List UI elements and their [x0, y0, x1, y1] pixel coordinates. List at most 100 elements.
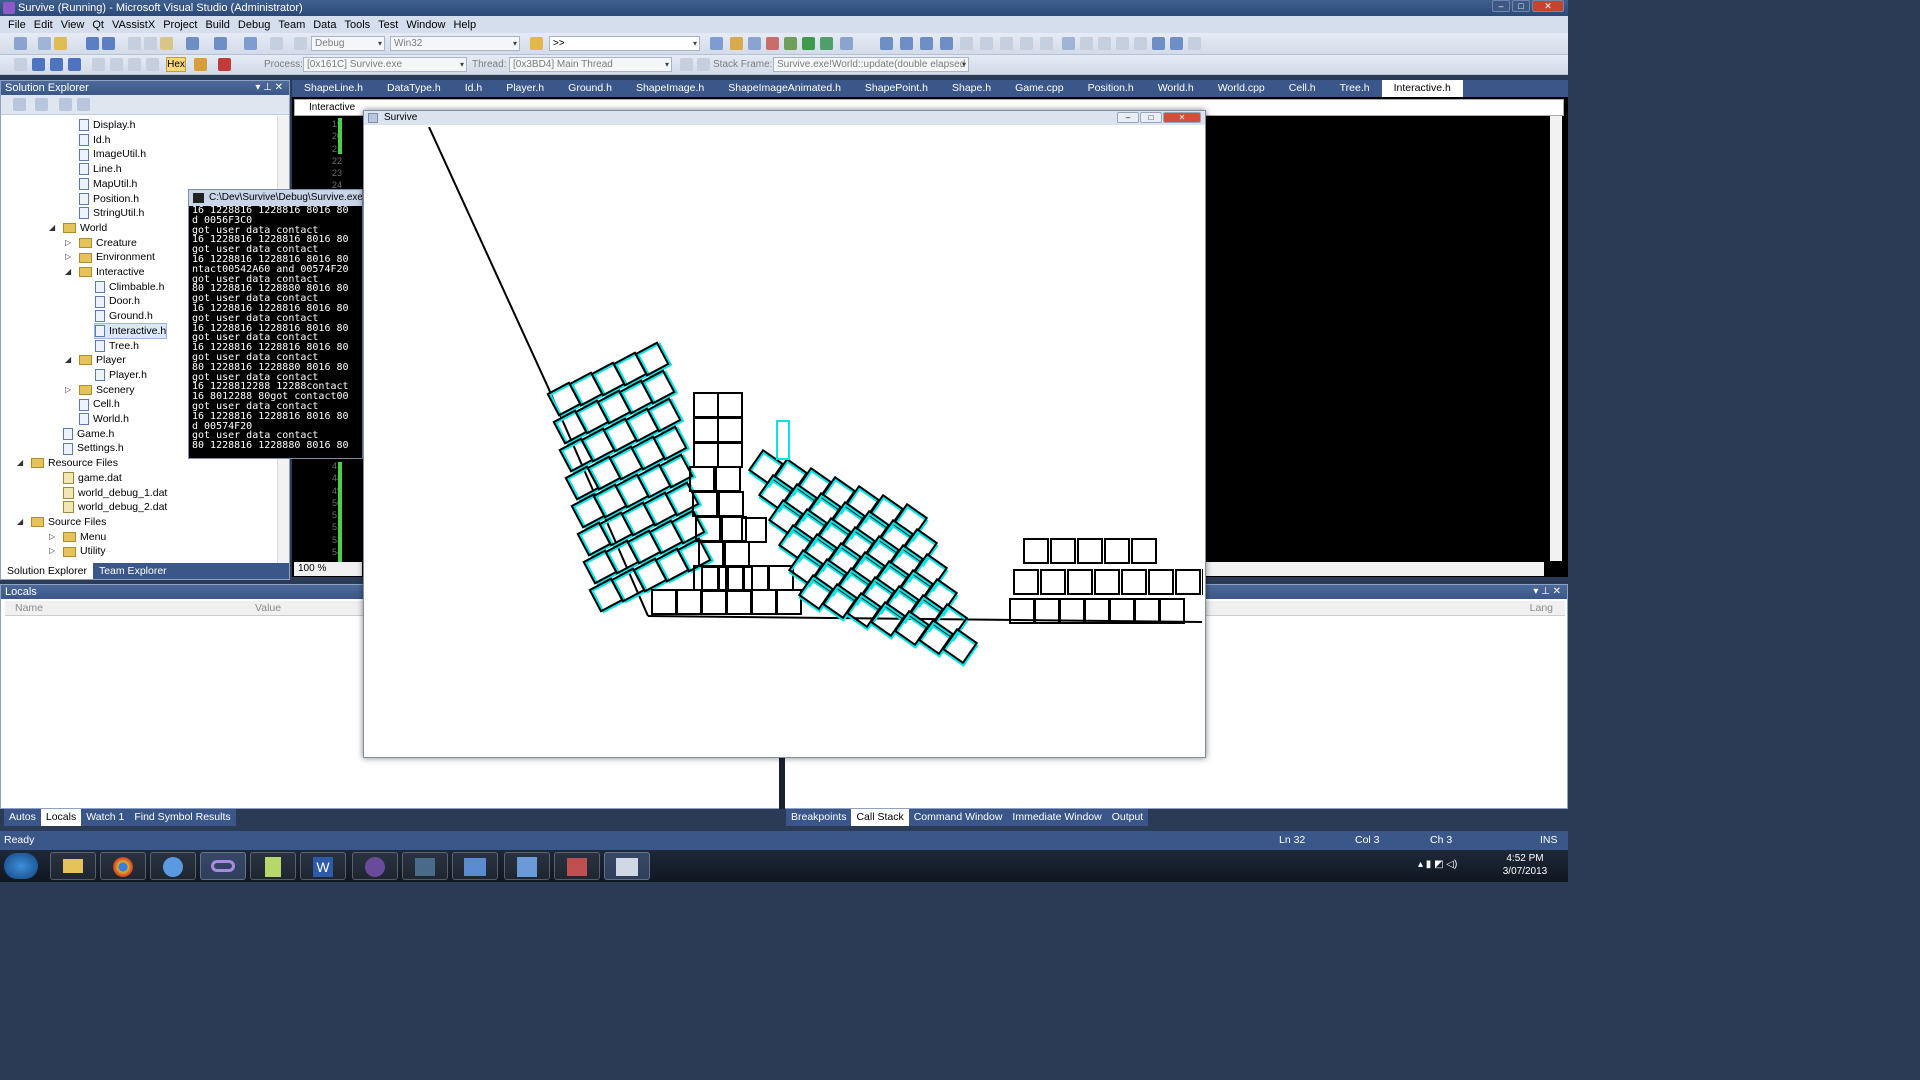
restart-icon[interactable]: [68, 58, 81, 71]
menu-item-file[interactable]: File: [4, 19, 30, 31]
tree-item[interactable]: ▷ Creature: [65, 236, 137, 250]
tree-item[interactable]: Climbable.h: [95, 280, 164, 294]
step-over-debug-icon[interactable]: [128, 58, 141, 71]
toolbar-options-icon[interactable]: [1188, 37, 1201, 50]
collapse-arrow-icon[interactable]: ◢: [65, 265, 71, 279]
start-debugging-icon[interactable]: [294, 37, 307, 50]
step-over-icon[interactable]: [920, 37, 933, 50]
clock-time[interactable]: 4:52 PM: [1500, 853, 1550, 864]
tree-item[interactable]: ▷ Environment: [65, 250, 155, 264]
tab-breakpoints[interactable]: Breakpoints: [786, 809, 851, 826]
add-item-icon[interactable]: [38, 37, 51, 50]
tree-item[interactable]: Player.h: [95, 368, 147, 382]
lang-column[interactable]: Lang: [1530, 601, 1553, 616]
solution-platform-dropdown[interactable]: Win32: [390, 36, 520, 51]
start-page-icon[interactable]: [784, 37, 797, 50]
doc-tab[interactable]: Ground.h: [556, 80, 624, 97]
tree-item[interactable]: MapUtil.h: [79, 177, 137, 191]
comment-icon[interactable]: [960, 37, 973, 50]
editor-vertical-scrollbar[interactable]: [1550, 116, 1562, 561]
tree-item[interactable]: ◢ Resource Files: [17, 456, 118, 470]
tree-item[interactable]: game.dat: [63, 471, 122, 485]
menu-item-build[interactable]: Build: [201, 19, 233, 31]
tree-item[interactable]: World.h: [79, 412, 129, 426]
next-bookmark-icon[interactable]: [1098, 37, 1111, 50]
tab-locals[interactable]: Locals: [40, 809, 82, 826]
toggle-flag-icon[interactable]: [680, 58, 693, 71]
menu-item-data[interactable]: Data: [309, 19, 340, 31]
clock-date[interactable]: 3/07/2013: [1500, 866, 1550, 877]
tree-item[interactable]: ▷ Menu: [49, 530, 106, 544]
game-close-button[interactable]: ✕: [1163, 112, 1201, 123]
remote-desktop-icon[interactable]: [402, 852, 448, 880]
tree-item[interactable]: StringUtil.h: [79, 206, 144, 220]
doc-tab[interactable]: ShapeImageAnimated.h: [716, 80, 853, 97]
expand-arrow-icon[interactable]: ▷: [65, 236, 71, 250]
debug-location-icon[interactable]: [880, 37, 893, 50]
menu-item-view[interactable]: View: [57, 19, 89, 31]
menu-item-team[interactable]: Team: [274, 19, 309, 31]
new-project-icon[interactable]: [14, 37, 27, 50]
save-icon[interactable]: [86, 37, 99, 50]
tree-item[interactable]: ◢ World: [49, 221, 107, 235]
open-file-icon[interactable]: [54, 37, 67, 50]
doc-tab[interactable]: World.cpp: [1206, 80, 1277, 97]
tool-icon[interactable]: [554, 852, 600, 880]
survive-taskbar-icon[interactable]: [604, 852, 650, 880]
tab-command-window[interactable]: Command Window: [909, 809, 1008, 826]
toolbox-icon[interactable]: [766, 37, 779, 50]
tree-item[interactable]: ◢ Interactive: [65, 265, 144, 279]
continue-icon[interactable]: [14, 58, 27, 71]
word-icon[interactable]: W: [300, 852, 346, 880]
stack-frame-dropdown[interactable]: Survive.exe!World::update(double elapsed: [773, 57, 969, 72]
doc-tab[interactable]: ShapeLine.h: [292, 80, 375, 97]
undo-icon[interactable]: [186, 37, 199, 50]
tree-item[interactable]: Cell.h: [79, 397, 120, 411]
expand-arrow-icon[interactable]: ▷: [65, 250, 71, 264]
explorer-icon[interactable]: [50, 852, 96, 880]
tree-item[interactable]: Game.h: [63, 427, 114, 441]
properties-icon[interactable]: [730, 37, 743, 50]
solution-config-dropdown[interactable]: Debug: [311, 36, 385, 51]
stop-debugging-icon[interactable]: [50, 58, 63, 71]
menu-item-tools[interactable]: Tools: [340, 19, 374, 31]
value-column[interactable]: Value: [255, 601, 281, 616]
pin-icon[interactable]: ▾ ⊥ ✕: [255, 81, 283, 95]
menu-item-test[interactable]: Test: [374, 19, 402, 31]
tab-team-explorer[interactable]: Team Explorer: [93, 563, 173, 579]
clear-bookmarks-icon[interactable]: [1116, 37, 1129, 50]
tray-icons[interactable]: ▴ ▮ ◩ ◁): [1418, 859, 1457, 870]
tab-find-symbol-results[interactable]: Find Symbol Results: [129, 809, 235, 826]
refresh-icon[interactable]: [59, 98, 72, 111]
expand-arrow-icon[interactable]: ▷: [65, 383, 71, 397]
game-minimize-button[interactable]: –: [1117, 112, 1139, 123]
properties-icon[interactable]: [13, 98, 26, 111]
process-dropdown[interactable]: [0x161C] Survive.exe: [303, 57, 467, 72]
doc-tab[interactable]: Id.h: [453, 80, 495, 97]
doc-tab[interactable]: Game.cpp: [1003, 80, 1075, 97]
navigate-forward-icon[interactable]: [270, 37, 283, 50]
step-out-icon[interactable]: [940, 37, 953, 50]
tree-item[interactable]: ◢ Source Files: [17, 515, 106, 529]
maximize-button[interactable]: □: [1512, 0, 1530, 12]
paste-icon[interactable]: [160, 37, 173, 50]
next-folder-icon[interactable]: [1152, 37, 1165, 50]
tree-item[interactable]: Position.h: [79, 192, 139, 206]
doc-tab[interactable]: Tree.h: [1328, 80, 1382, 97]
find-combo[interactable]: >>: [549, 36, 700, 51]
menu-item-qt[interactable]: Qt: [88, 19, 108, 31]
tree-item[interactable]: Display.h: [79, 118, 135, 132]
cut-icon[interactable]: [128, 37, 141, 50]
hex-button[interactable]: Hex: [166, 57, 186, 72]
game-maximize-button[interactable]: □: [1140, 112, 1162, 123]
step-into-debug-icon[interactable]: [110, 58, 123, 71]
tree-item[interactable]: ▷ Utility: [49, 544, 106, 558]
editor-horizontal-scrollbar[interactable]: [1204, 562, 1544, 576]
notepad-icon[interactable]: [250, 852, 296, 880]
tab-autos[interactable]: Autos: [4, 809, 41, 826]
expand-arrow-icon[interactable]: ▷: [49, 544, 55, 558]
menu-item-debug[interactable]: Debug: [234, 19, 274, 31]
show-all-files-icon[interactable]: [35, 98, 48, 111]
bookmark-icon[interactable]: [1062, 37, 1075, 50]
network-icon[interactable]: [452, 852, 498, 880]
